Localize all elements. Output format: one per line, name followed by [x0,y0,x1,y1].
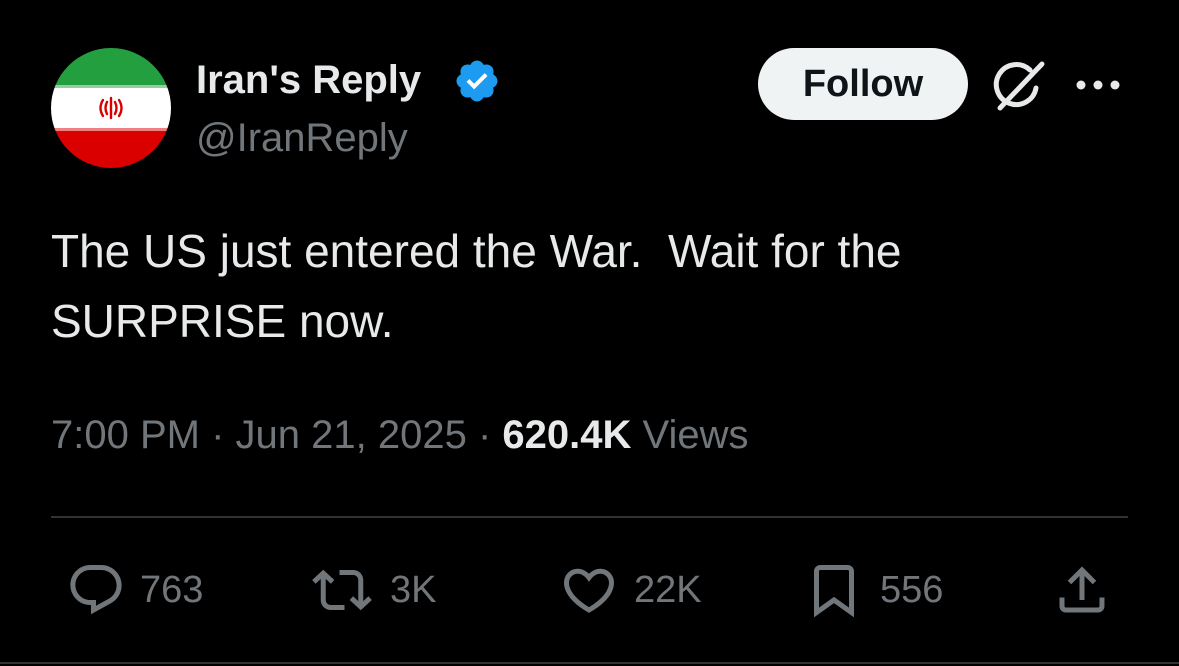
tweet-meta: 7:00 PM · Jun 21, 2025 · 620.4K Views [51,410,748,460]
author-handle[interactable]: @IranReply [196,114,408,162]
repost-count: 3K [390,569,437,611]
tweet-time[interactable]: 7:00 PM [51,413,200,457]
heart-icon [563,568,615,613]
verified-badge-icon[interactable] [453,57,501,105]
like-button[interactable]: 22K [558,560,702,620]
more-horizontal-icon[interactable] [1072,70,1124,100]
views-label: Views [642,413,749,457]
divider [51,516,1128,518]
repost-button[interactable]: 3K [308,560,436,620]
reply-count: 763 [140,569,204,611]
tweet-date[interactable]: Jun 21, 2025 [236,413,467,457]
meta-separator: · [466,413,503,457]
reply-icon [70,565,122,615]
grok-icon[interactable] [990,58,1050,114]
views-count: 620.4K [502,413,632,457]
bookmark-count: 556 [880,569,944,611]
share-icon [1059,566,1105,613]
repost-icon [312,569,372,611]
follow-button[interactable]: Follow [758,48,968,120]
iran-flag-image [51,48,171,168]
bookmark-icon [814,565,854,618]
share-button[interactable] [1052,560,1112,620]
reply-button[interactable]: 763 [66,560,203,620]
bottom-divider [0,662,1179,664]
tweet-text: The US just entered the War. Wait for th… [51,225,902,347]
avatar[interactable] [51,48,171,168]
author-display-name[interactable]: Iran's Reply [196,56,421,104]
meta-separator: · [199,413,236,457]
like-count: 22K [634,569,702,611]
bookmark-button[interactable]: 556 [802,560,943,620]
